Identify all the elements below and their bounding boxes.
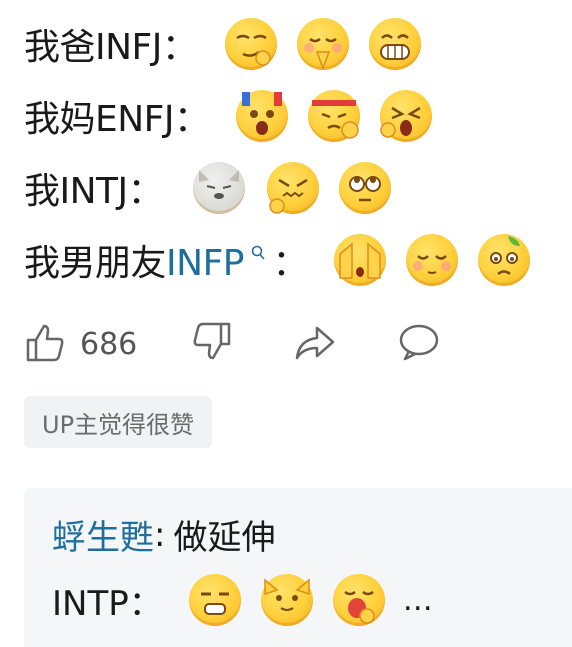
comment-line-1: 我爸INFJ： [24, 14, 422, 74]
up-liked-badge: UP主觉得很赞 [24, 396, 213, 448]
comment-text-line-3: 我INTJ： [24, 171, 164, 212]
share-icon [293, 320, 337, 368]
reply-line-1: 蜉生甦: 做延伸 [52, 510, 275, 559]
comment-text-line-1: 我爸INFJ： [24, 27, 198, 68]
headband-fight-emoji [307, 90, 360, 142]
comment-line-4: 我男朋友INFP ： [24, 230, 530, 290]
reply-ellipsis: … [402, 582, 435, 618]
comment-icon [397, 320, 441, 368]
reply-text: 做延伸 [173, 518, 276, 558]
reply-author-link[interactable]: 蜉生甦 [52, 510, 154, 559]
yawn-emoji [332, 574, 385, 626]
like-count: 686 [80, 326, 138, 362]
grimace-hand-emoji [267, 162, 320, 214]
comment-action-bar: 686 [24, 318, 548, 370]
comment-line-3: 我INTJ： [24, 158, 392, 218]
comment-text-line-2: 我妈ENFJ： [24, 99, 210, 140]
comment-line-2: 我妈ENFJ： [24, 86, 432, 146]
thumbs-down-icon [189, 320, 233, 368]
search-icon[interactable] [246, 245, 272, 268]
share-button[interactable] [293, 320, 337, 368]
eye-roll-emoji [339, 162, 392, 214]
comment-button[interactable] [397, 320, 441, 368]
shy-pray-emoji [297, 18, 350, 70]
infp-search-link[interactable]: INFP [166, 243, 244, 284]
dislike-button[interactable] [189, 320, 233, 368]
reply-line-2: INTP： … [52, 574, 435, 626]
cover-face-emoji [333, 234, 386, 286]
grin-emoji [369, 18, 422, 70]
cat-face-emoji [260, 574, 313, 626]
blush-closed-eyes-emoji [405, 234, 458, 286]
comment-text-suffix: ： [272, 243, 308, 284]
comment-text-prefix: 我男朋友 [24, 243, 167, 284]
squint-emoji [188, 574, 241, 626]
lemon-sad-emoji [477, 234, 530, 286]
smirk-ok-emoji [225, 18, 278, 70]
like-button[interactable]: 686 [24, 320, 137, 368]
comment-text-line-4: 我男朋友INFP ： [24, 234, 308, 286]
battery-shocked-emoji [235, 90, 288, 142]
dog-face-emoji [193, 162, 246, 214]
thumbs-up-icon [24, 320, 68, 368]
screaming-emoji [379, 90, 432, 142]
reply-line-2-text: INTP： [52, 583, 163, 624]
reply-preview[interactable]: 蜉生甦: 做延伸 INTP： … [24, 488, 572, 647]
reply-separator: : [154, 514, 166, 555]
